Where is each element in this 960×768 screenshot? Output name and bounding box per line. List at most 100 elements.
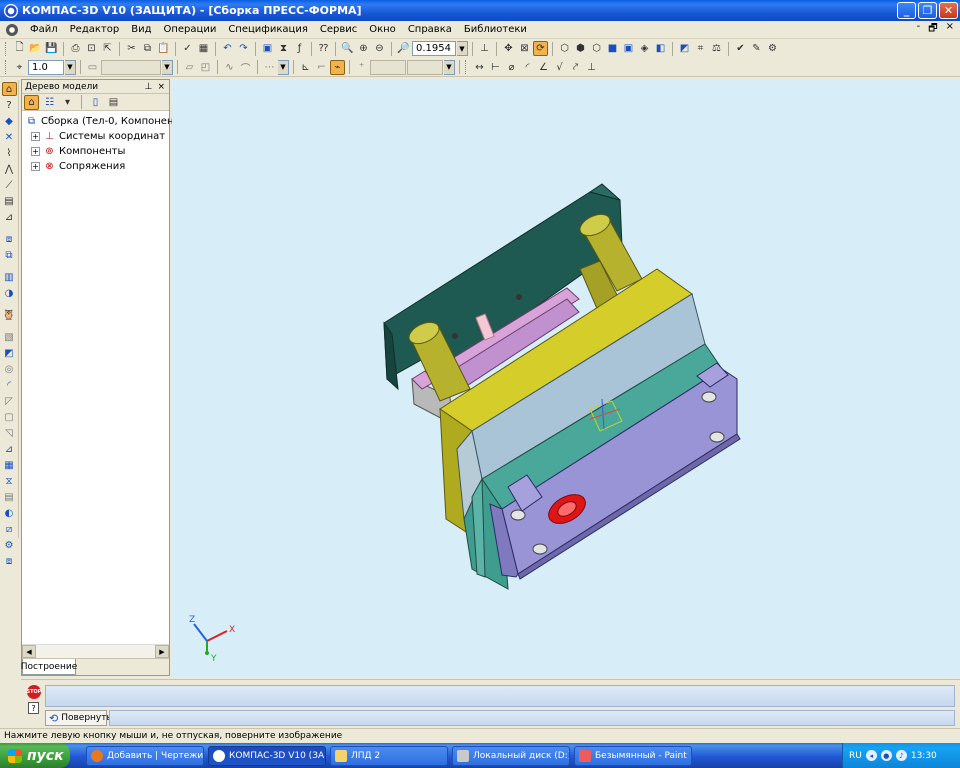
layer-combo[interactable]	[101, 59, 161, 75]
tab-construction[interactable]: Построение	[21, 659, 77, 675]
tree-item-mates[interactable]: + ⊗ Сопряжения	[31, 160, 125, 172]
rib-icon[interactable]: ⊿	[2, 442, 17, 456]
perspective-icon[interactable]: ◈	[637, 41, 652, 56]
sketch-plane-icon[interactable]: ◰	[198, 60, 213, 75]
tree-order-icon[interactable]: ⌂	[24, 94, 39, 110]
tray-network-icon[interactable]: ◂	[865, 750, 877, 761]
rotate-body-icon[interactable]: ◑	[2, 286, 17, 300]
library-icon[interactable]: ⧗	[276, 41, 291, 56]
grid-dropdown-arrow[interactable]: ▼	[278, 59, 289, 75]
paste-icon[interactable]: 📋	[156, 41, 171, 56]
draft-icon[interactable]: ◹	[2, 426, 17, 440]
layer-icon[interactable]: ▭	[85, 60, 100, 75]
section-icon[interactable]: ◧	[653, 41, 668, 56]
split-icon[interactable]: ▤	[2, 490, 17, 504]
properties-icon[interactable]: ✓	[180, 41, 195, 56]
zoom-scale-input[interactable]: 0.1954	[412, 41, 456, 56]
print-preview-icon[interactable]: ⊡	[84, 41, 99, 56]
mdi-restore-button[interactable]: 🗗	[928, 21, 937, 38]
plane-icon[interactable]: ▱	[182, 60, 197, 75]
language-indicator[interactable]: RU	[849, 751, 862, 761]
maximize-button[interactable]: ❐	[918, 2, 937, 19]
wireframe-icon[interactable]: ⬡	[557, 41, 572, 56]
document-menu-icon[interactable]	[6, 23, 18, 36]
cut-extrude-icon[interactable]: ▧	[2, 330, 17, 344]
expand-icon[interactable]: +	[31, 131, 40, 141]
manager-icon[interactable]: ▣	[260, 41, 275, 56]
stop-command-button[interactable]: STOP	[27, 685, 41, 699]
menu-libraries[interactable]: Библиотеки	[458, 24, 533, 35]
menu-help[interactable]: Справка	[402, 24, 458, 35]
tree-structure-icon[interactable]: ☷	[42, 95, 57, 110]
undo-icon[interactable]: ↶	[220, 41, 235, 56]
mdi-minimize-button[interactable]: -	[917, 21, 921, 38]
export-icon[interactable]: ⇱	[100, 41, 115, 56]
library-manager-icon[interactable]: ◩	[677, 41, 692, 56]
tolerance-icon[interactable]: ⊥	[584, 60, 599, 75]
scroll-right-icon[interactable]: ▶	[155, 645, 169, 658]
dimension-diameter-icon[interactable]: ⌀	[504, 60, 519, 75]
leader-icon[interactable]: ⤤	[568, 60, 583, 75]
section-plane-icon[interactable]: ⧄	[2, 522, 17, 536]
zoom-out-icon[interactable]: ⊖	[372, 41, 387, 56]
compact-help-icon[interactable]: ?	[2, 98, 17, 112]
model-tree-header[interactable]: Дерево модели ⊥ ×	[22, 80, 169, 94]
compact-mate-icon[interactable]: ✕	[2, 130, 17, 144]
coords-dropdown-arrow[interactable]: ▼	[444, 59, 455, 75]
coords-icon[interactable]: ⁺	[354, 60, 369, 75]
compact-report-icon[interactable]: ⊿	[2, 210, 17, 224]
hidden-lines-icon[interactable]: ⬢	[573, 41, 588, 56]
toolbar-grip-3[interactable]	[465, 60, 468, 74]
shaded-edges-icon[interactable]: ▣	[621, 41, 636, 56]
table-icon[interactable]: ▦	[196, 41, 211, 56]
menu-window[interactable]: Окно	[363, 24, 402, 35]
zoom-window-icon[interactable]: 🔍	[340, 41, 355, 56]
boss-icon[interactable]: ◩	[2, 346, 17, 360]
dimension-radius-icon[interactable]: ◜	[520, 60, 535, 75]
coord-x-field[interactable]	[370, 59, 406, 75]
expand-icon[interactable]: +	[31, 146, 40, 156]
local-cs-icon[interactable]: ⊾	[298, 60, 313, 75]
redo-icon[interactable]: ↷	[236, 41, 251, 56]
shaded-icon[interactable]: ■	[605, 41, 620, 56]
menu-view[interactable]: Вид	[125, 24, 157, 35]
create-component-icon[interactable]: ⧉	[2, 248, 17, 262]
fillet-icon[interactable]: ◜	[2, 378, 17, 392]
compact-curve-icon[interactable]: ⋀	[2, 162, 17, 176]
mdi-close-button[interactable]: ×	[946, 21, 954, 38]
step-cursor-icon[interactable]: ⌖	[12, 60, 27, 75]
array-icon[interactable]: ▦	[2, 458, 17, 472]
task-kompas[interactable]: КОМПАС-3D V10 (ЗА...	[208, 745, 326, 766]
scroll-left-icon[interactable]: ◀	[22, 645, 36, 658]
tree-close-icon[interactable]: ×	[157, 82, 165, 92]
minimize-button[interactable]: _	[897, 2, 916, 19]
title-bar[interactable]: КОМПАС-3D V10 (ЗАЩИТА) - [Сборка ПРЕСС-Ф…	[0, 0, 960, 21]
grid-icon[interactable]: ⋯	[262, 60, 277, 75]
zoom-fit-icon[interactable]: ⊠	[517, 41, 532, 56]
menu-service[interactable]: Сервис	[314, 24, 363, 35]
dimension-chain-icon[interactable]: ⊢	[488, 60, 503, 75]
open-folder-icon[interactable]: 📂	[28, 41, 43, 56]
options-icon[interactable]: ⚙	[765, 41, 780, 56]
orientation-icon[interactable]: ⊥	[477, 41, 492, 56]
menu-editor[interactable]: Редактор	[64, 24, 126, 35]
tree-item-coordinate-systems[interactable]: + ⊥ Системы координат	[31, 130, 165, 142]
task-paint[interactable]: Безымянный - Paint	[574, 745, 692, 766]
tree-horizontal-scrollbar[interactable]: ◀ ▶	[22, 644, 169, 658]
tools-icon[interactable]: ✎	[749, 41, 764, 56]
roughness-icon[interactable]: √	[552, 60, 567, 75]
rotate-tab-button[interactable]: ⟲ Повернуть	[45, 710, 112, 726]
3d-viewport[interactable]: X Z Y	[172, 79, 960, 677]
extrude-icon[interactable]: ▥	[2, 270, 17, 284]
task-folder-lpd[interactable]: ЛПД 2	[330, 745, 448, 766]
library-owl-icon[interactable]: 🦉	[2, 308, 17, 322]
cursor-step-input[interactable]: 1.0	[28, 59, 64, 75]
hole-icon[interactable]: ◎	[2, 362, 17, 376]
zoom-dropdown-arrow[interactable]: ▼	[457, 41, 468, 56]
tree-relations-icon[interactable]: ▤	[106, 95, 121, 110]
tree-item-components[interactable]: + ⊚ Компоненты	[31, 145, 125, 157]
variables-icon[interactable]: ƒ	[292, 41, 307, 56]
component-from-file-icon[interactable]: ⧈	[2, 232, 17, 246]
zoom-in-icon[interactable]: ⊕	[356, 41, 371, 56]
cut-icon[interactable]: ✂	[124, 41, 139, 56]
